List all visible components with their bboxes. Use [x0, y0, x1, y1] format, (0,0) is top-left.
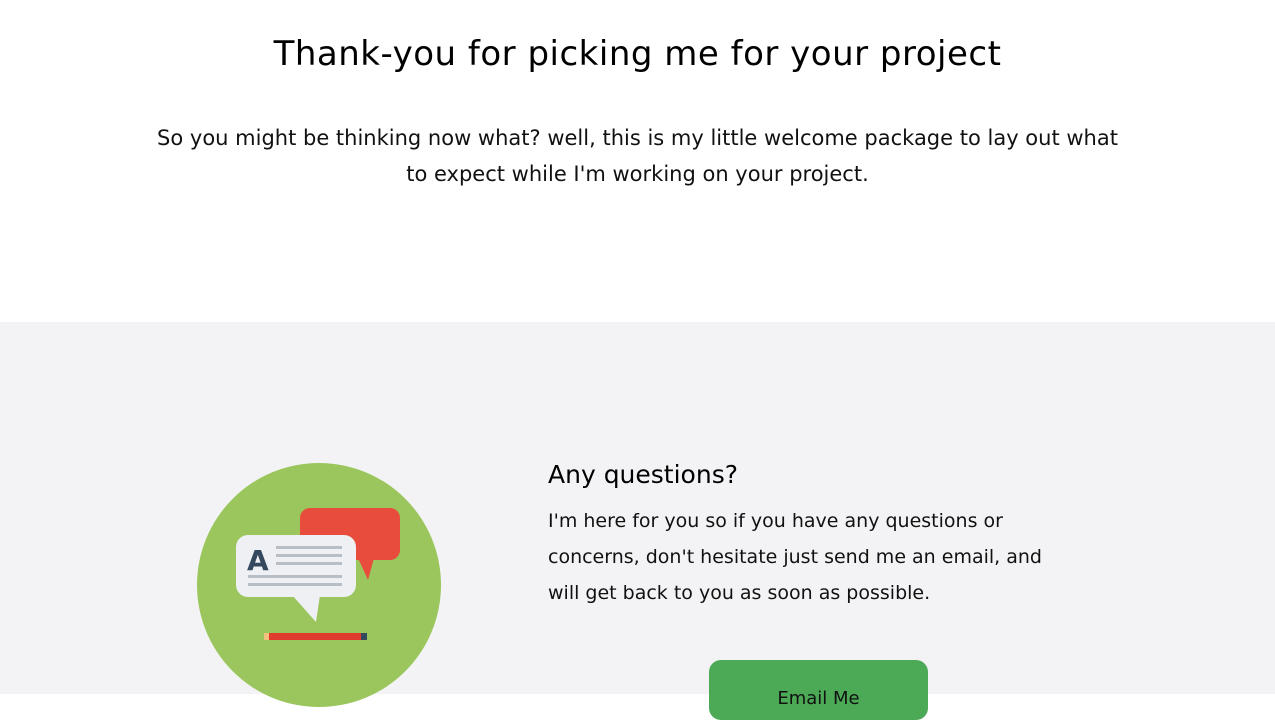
hero-section: Thank-you for picking me for your projec…	[0, 0, 1275, 322]
chat-bubbles-icon: A	[196, 462, 442, 708]
intro-text: So you might be thinking now what? well,…	[157, 126, 1118, 186]
questions-section: A Any questions? I'm here for you so if …	[0, 322, 1275, 720]
questions-heading: Any questions?	[548, 460, 738, 489]
questions-body: I'm here for you so if you have any ques…	[548, 510, 1042, 604]
email-me-button[interactable]: Email Me	[709, 660, 928, 720]
svg-text:A: A	[247, 544, 269, 577]
questions-content: Any questions? I'm here for you so if yo…	[548, 460, 1108, 611]
pencil-icon	[264, 633, 367, 640]
page-title: Thank-you for picking me for your projec…	[273, 34, 1002, 74]
